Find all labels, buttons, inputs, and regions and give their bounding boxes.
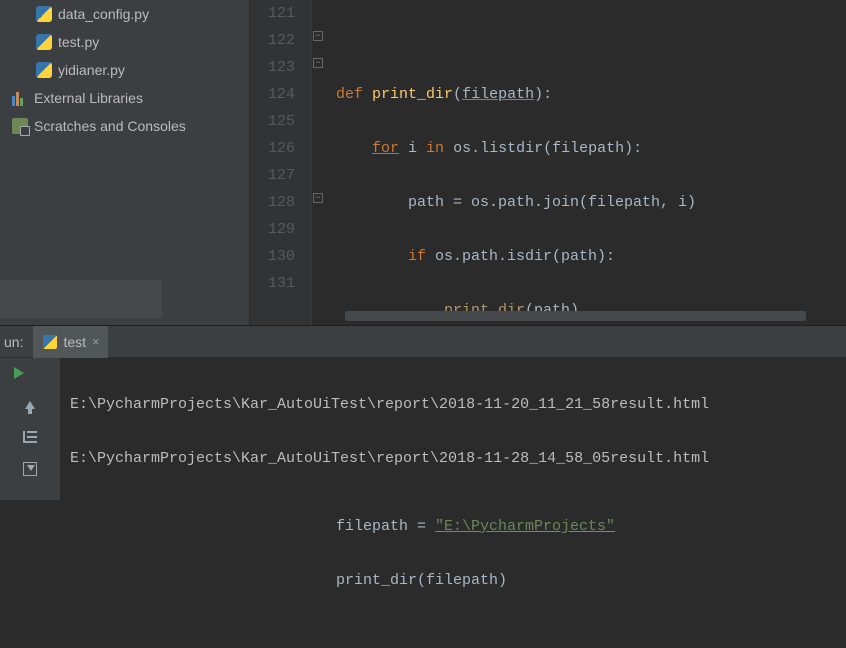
scratches-icon [12,118,28,134]
line-number: 123 [250,54,295,81]
sidebar-scrollbar-region[interactable] [0,280,162,318]
line-number: 124 [250,81,295,108]
toggle-soft-wrap-icon[interactable] [21,428,39,446]
library-icon [12,90,28,106]
scratches-and-consoles[interactable]: Scratches and Consoles [0,112,249,140]
console-output[interactable]: E:\PycharmProjects\Kar_AutoUiTest\report… [60,358,846,500]
project-tree[interactable]: data_config.py test.py yidianer.py Exter… [0,0,250,325]
line-number-gutter: 121 122 123 124 125 126 127 128 129 130 … [250,0,312,325]
line-number: 126 [250,135,295,162]
scroll-up-icon[interactable] [21,396,39,414]
python-file-icon [36,6,52,22]
code-editor[interactable]: 121 122 123 124 125 126 127 128 129 130 … [250,0,846,325]
line-number: 125 [250,108,295,135]
run-tab[interactable]: test × [33,326,107,358]
python-file-icon [43,335,57,349]
line-number: 131 [250,270,295,297]
file-item[interactable]: yidianer.py [0,56,249,84]
console-line: E:\PycharmProjects\Kar_AutoUiTest\report… [70,445,836,472]
run-toolbar [0,358,60,500]
file-name: test.py [58,34,99,50]
file-name: data_config.py [58,6,149,22]
python-file-icon [36,34,52,50]
line-number: 130 [250,243,295,270]
export-icon[interactable] [21,460,39,478]
close-icon[interactable]: × [92,334,100,349]
run-tab-title: test [63,334,86,350]
file-item[interactable]: test.py [0,28,249,56]
line-number: 122 [250,27,295,54]
console-line: E:\PycharmProjects\Kar_AutoUiTest\report… [70,391,836,418]
run-header: un: test × [0,326,846,358]
external-label: External Libraries [34,90,143,106]
line-number: 127 [250,162,295,189]
file-item[interactable]: data_config.py [0,0,249,28]
python-file-icon [36,62,52,78]
line-number: 121 [250,0,295,27]
scratches-label: Scratches and Consoles [34,118,186,134]
run-label: un: [2,334,33,350]
rerun-icon[interactable] [21,364,39,382]
horizontal-scrollbar[interactable] [345,311,806,321]
line-number: 128 [250,189,295,216]
line-number: 129 [250,216,295,243]
file-name: yidianer.py [58,62,125,78]
run-tool-window: un: test × E:\PycharmProjects\Kar_AutoUi… [0,325,846,500]
code-area[interactable]: def print_dir(filepath): for i in os.lis… [312,0,696,325]
external-libraries[interactable]: External Libraries [0,84,249,112]
